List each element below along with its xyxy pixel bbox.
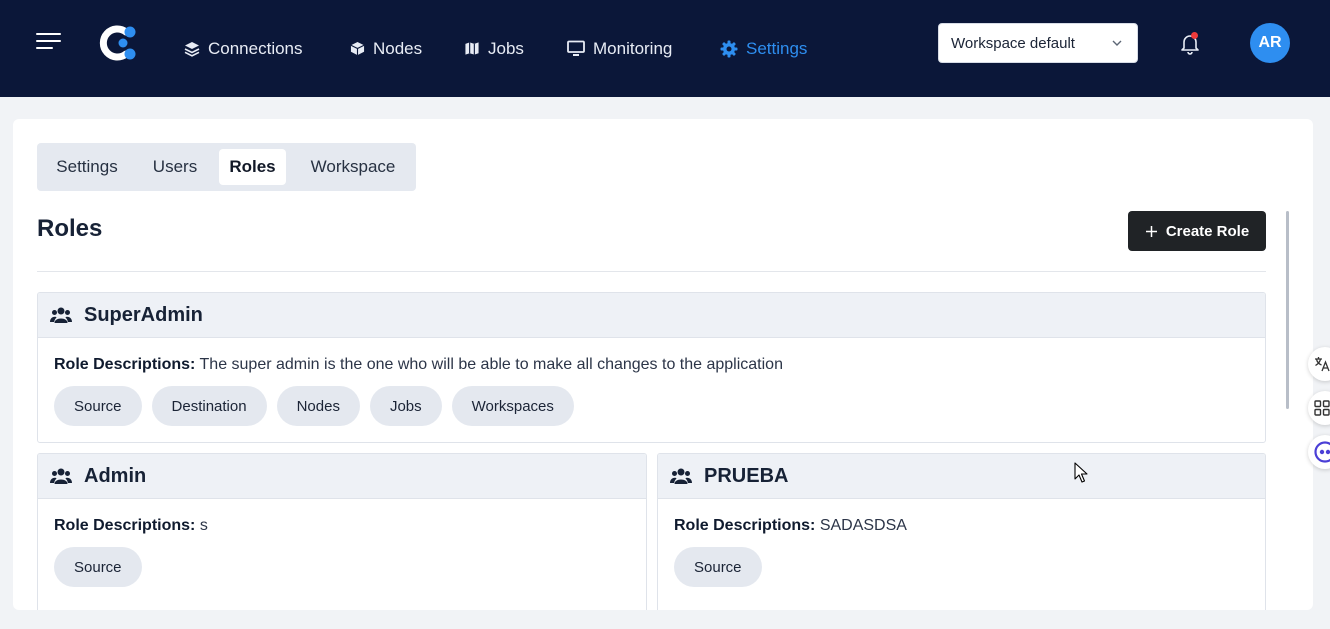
role-card-header: Admin	[38, 454, 646, 499]
role-card-header: SuperAdmin	[38, 293, 1265, 338]
divider	[37, 271, 1266, 272]
create-role-button[interactable]: Create Role	[1128, 211, 1266, 251]
nav-label: Monitoring	[593, 38, 673, 58]
role-description-label: Role Descriptions:	[54, 517, 196, 534]
nav-monitoring[interactable]: Monitoring	[567, 0, 672, 97]
tab-workspace[interactable]: Workspace	[296, 149, 410, 185]
avatar[interactable]: AR	[1250, 23, 1290, 63]
nav-jobs[interactable]: Jobs	[464, 0, 524, 97]
permission-chip: Jobs	[369, 386, 442, 426]
nav-label: Jobs	[488, 38, 524, 58]
nav-label: Settings	[746, 38, 808, 58]
nav-settings[interactable]: Settings	[720, 0, 807, 97]
notification-dot	[1191, 32, 1198, 39]
monitor-icon	[567, 40, 585, 56]
tab-label: Roles	[229, 157, 276, 176]
role-name: PRUEBA	[704, 464, 789, 487]
tab-users[interactable]: Users	[141, 149, 209, 185]
permission-chips: Source	[674, 547, 762, 587]
role-description: Role Descriptions: s	[54, 517, 208, 535]
scrollbar[interactable]	[1286, 211, 1289, 409]
bell-icon[interactable]	[1178, 31, 1202, 55]
permission-chip: Nodes	[276, 386, 360, 426]
role-card-admin: Admin Role Descriptions: s Source	[37, 453, 647, 610]
role-description: Role Descriptions: The super admin is th…	[54, 356, 783, 374]
role-name: SuperAdmin	[84, 303, 203, 326]
tab-roles[interactable]: Roles	[219, 149, 286, 185]
permission-chip: Source	[54, 386, 142, 426]
users-icon	[670, 468, 692, 484]
users-icon	[50, 307, 72, 323]
menu-icon[interactable]	[36, 31, 61, 51]
tab-label: Settings	[56, 157, 118, 176]
assistant-icon	[1314, 441, 1330, 463]
nav-label: Connections	[208, 38, 303, 58]
gear-icon	[720, 40, 738, 57]
role-description: Role Descriptions: SADASDSA	[674, 517, 907, 535]
permission-chips: Source Destination Nodes Jobs Workspaces	[54, 386, 574, 426]
role-card-header: PRUEBA	[658, 454, 1265, 499]
role-card-prueba: PRUEBA Role Descriptions: SADASDSA Sourc…	[657, 453, 1266, 610]
permission-chips: Source	[54, 547, 142, 587]
workspace-select[interactable]: Workspace default	[938, 23, 1138, 63]
role-description-text: SADASDSA	[819, 517, 907, 534]
permission-chip: Source	[674, 547, 762, 587]
role-description-label: Role Descriptions:	[674, 517, 816, 534]
settings-tabs: Settings Users Roles Workspace	[37, 143, 416, 191]
plus-icon	[1145, 225, 1157, 237]
permission-chip: Workspaces	[451, 386, 574, 426]
mouse-cursor-icon	[1074, 462, 1088, 483]
role-description-text: s	[199, 517, 208, 534]
users-icon	[50, 468, 72, 484]
avatar-initials: AR	[1258, 34, 1282, 51]
role-name: Admin	[84, 464, 147, 487]
workspace-select-value: Workspace default	[951, 34, 1075, 52]
translate-icon	[1315, 357, 1330, 372]
nav-connections[interactable]: Connections	[184, 0, 303, 97]
tab-label: Users	[152, 157, 198, 176]
create-role-label: Create Role	[1165, 222, 1250, 240]
tab-label: Workspace	[310, 157, 396, 176]
nav-nodes[interactable]: Nodes	[350, 0, 422, 97]
layers-icon	[184, 41, 200, 57]
chevron-down-icon	[1112, 40, 1122, 46]
nav-label: Nodes	[373, 38, 423, 58]
page-title: Roles	[37, 215, 103, 242]
app-logo	[99, 25, 136, 61]
role-description-label: Role Descriptions:	[54, 356, 196, 373]
permission-chip: Destination	[151, 386, 267, 426]
cube-icon	[350, 41, 365, 56]
map-icon	[465, 42, 479, 55]
role-description-text: The super admin is the one who will be a…	[199, 356, 783, 373]
roles-panel: Settings Users Roles Workspace Roles Cre…	[13, 119, 1313, 610]
apps-grid-icon	[1314, 400, 1330, 416]
permission-chip: Source	[54, 547, 142, 587]
tab-settings[interactable]: Settings	[43, 149, 131, 185]
role-card-superadmin: SuperAdmin Role Descriptions: The super …	[37, 292, 1266, 443]
top-navbar: Connections Nodes Jobs Monitoring Settin…	[0, 0, 1330, 97]
